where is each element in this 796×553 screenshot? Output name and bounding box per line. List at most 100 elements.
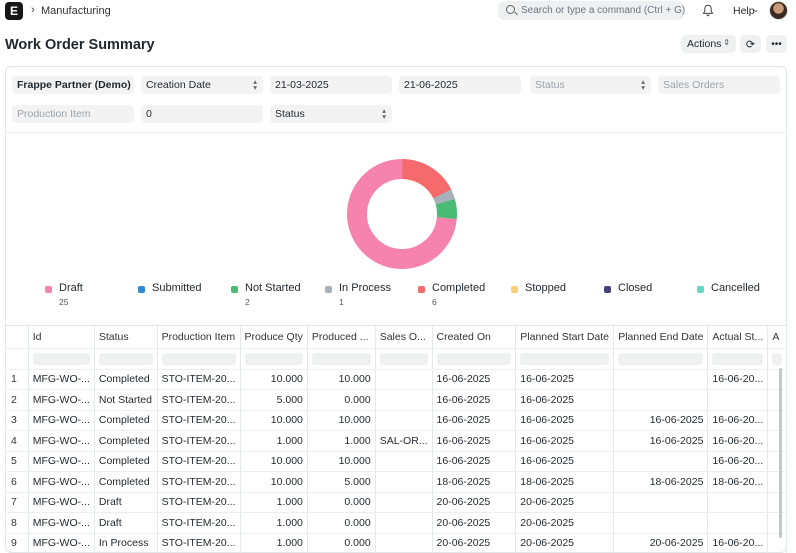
column-filter-input[interactable] <box>240 348 308 370</box>
table-cell[interactable]: 16-06-2025 <box>515 430 615 452</box>
table-row[interactable]: 7 MFG-WO-... Draft STO-ITEM-20... 1.000 0.000… <box>5 492 787 513</box>
column-header[interactable]: Produced ... <box>307 326 376 349</box>
table-cell[interactable]: STO-ITEM-20... <box>157 430 241 452</box>
status-filter[interactable]: Status ▴ ▾ <box>530 76 651 94</box>
table-cell[interactable]: MFG-WO-... <box>28 430 95 452</box>
table-cell[interactable]: STO-ITEM-20... <box>157 369 241 390</box>
table-cell[interactable]: 0.000 <box>307 389 376 411</box>
table-cell[interactable]: 1.000 <box>240 533 308 553</box>
table-cell[interactable] <box>375 451 433 472</box>
table-cell[interactable] <box>375 471 433 493</box>
table-row[interactable]: 1 MFG-WO-... Completed STO-ITEM-20... 10.000… <box>5 369 787 390</box>
table-cell[interactable]: 16-06-20... <box>707 410 769 431</box>
table-cell[interactable]: 18-06-2025 <box>515 471 615 493</box>
bell-icon[interactable] <box>702 4 714 17</box>
table-cell[interactable]: MFG-WO-... <box>28 512 95 534</box>
table-cell[interactable]: 10.000 <box>240 410 308 431</box>
table-cell[interactable]: STO-ITEM-20... <box>157 451 241 472</box>
table-cell[interactable]: Draft <box>94 492 158 513</box>
more-options-button[interactable]: ••• <box>766 35 787 53</box>
table-cell[interactable] <box>707 492 769 513</box>
table-cell[interactable]: STO-ITEM-20... <box>157 471 241 493</box>
table-cell[interactable]: Completed <box>94 369 158 390</box>
table-cell[interactable]: MFG-WO-... <box>28 410 95 431</box>
search-input[interactable]: Search or type a command (Ctrl + G) <box>498 1 685 20</box>
table-row[interactable]: 8 MFG-WO-... Draft STO-ITEM-20... 1.000 0.000… <box>5 512 787 534</box>
column-header[interactable]: Produce Qty <box>240 326 308 349</box>
table-cell[interactable]: MFG-WO-... <box>28 389 95 411</box>
table-cell[interactable]: 16-06-20... <box>707 533 769 553</box>
table-cell[interactable]: MFG-WO-... <box>28 471 95 493</box>
table-row[interactable]: 9 MFG-WO-... In Process STO-ITEM-20... 1.000… <box>5 533 787 553</box>
refresh-button[interactable]: ⟳ <box>740 35 761 53</box>
column-header[interactable]: Actual St... <box>707 326 769 349</box>
table-cell[interactable]: 16-06-2025 <box>432 389 517 411</box>
table-cell[interactable]: STO-ITEM-20... <box>157 512 241 534</box>
table-row[interactable]: 6 MFG-WO-... Completed STO-ITEM-20... 10.000… <box>5 471 787 493</box>
table-cell[interactable]: 0.000 <box>307 512 376 534</box>
column-header[interactable]: Sales O... <box>375 326 433 349</box>
table-cell[interactable]: 20-06-2025 <box>432 533 517 553</box>
table-cell[interactable] <box>375 389 433 411</box>
column-filter-input[interactable] <box>432 348 517 370</box>
column-filter-input[interactable] <box>767 348 787 370</box>
table-cell[interactable]: 10.000 <box>240 451 308 472</box>
production-item-filter[interactable]: Production Item <box>12 105 134 123</box>
sales-orders-filter[interactable]: Sales Orders <box>658 76 780 94</box>
table-cell[interactable] <box>375 369 433 390</box>
column-header[interactable]: Status <box>94 326 158 349</box>
table-cell[interactable]: 0.000 <box>307 492 376 513</box>
table-cell[interactable]: 1.000 <box>307 430 376 452</box>
based-on-filter[interactable]: Creation Date ▴ ▾ <box>141 76 263 94</box>
table-cell[interactable]: MFG-WO-... <box>28 492 95 513</box>
column-header[interactable]: A <box>767 326 787 349</box>
table-cell[interactable] <box>613 389 709 411</box>
actions-button[interactable]: Actions ⇕ <box>681 35 736 53</box>
table-cell[interactable]: 20-06-2025 <box>432 492 517 513</box>
column-filter-input[interactable] <box>707 348 769 370</box>
app-logo[interactable]: E <box>5 2 23 20</box>
table-cell[interactable] <box>613 492 709 513</box>
table-cell[interactable]: 1.000 <box>240 492 308 513</box>
table-cell[interactable] <box>707 389 769 411</box>
table-cell[interactable]: 5.000 <box>240 389 308 411</box>
table-cell[interactable]: 18-06-20... <box>707 471 769 493</box>
table-cell[interactable] <box>375 533 433 553</box>
table-cell[interactable]: 10.000 <box>307 410 376 431</box>
column-header[interactable]: Planned End Date <box>613 326 709 349</box>
table-cell[interactable]: MFG-WO-... <box>28 451 95 472</box>
table-cell[interactable]: 10.000 <box>307 369 376 390</box>
table-cell[interactable]: 16-06-2025 <box>515 451 615 472</box>
table-cell[interactable]: SAL-OR... <box>375 430 433 452</box>
table-cell[interactable] <box>613 512 709 534</box>
table-cell[interactable]: STO-ITEM-20... <box>157 410 241 431</box>
column-filter-input[interactable] <box>307 348 376 370</box>
table-cell[interactable]: 16-06-2025 <box>515 389 615 411</box>
table-row[interactable]: 3 MFG-WO-... Completed STO-ITEM-20... 10.000… <box>5 410 787 431</box>
table-cell[interactable] <box>613 369 709 390</box>
table-cell[interactable]: 16-06-2025 <box>613 410 709 431</box>
avatar[interactable] <box>769 1 788 20</box>
table-cell[interactable]: 18-06-2025 <box>432 471 517 493</box>
table-cell[interactable]: 16-06-2025 <box>515 369 615 390</box>
to-date-filter[interactable]: 21-06-2025 <box>399 76 521 94</box>
table-row[interactable]: 4 MFG-WO-... Completed STO-ITEM-20... 1.000 1… <box>5 430 787 452</box>
table-cell[interactable]: STO-ITEM-20... <box>157 389 241 411</box>
table-cell[interactable]: Not Started <box>94 389 158 411</box>
table-cell[interactable]: 16-06-2025 <box>432 410 517 431</box>
table-cell[interactable]: 1.000 <box>240 512 308 534</box>
table-cell[interactable]: 16-06-20... <box>707 369 769 390</box>
vertical-scrollbar[interactable] <box>779 368 782 538</box>
table-cell[interactable]: 10.000 <box>240 471 308 493</box>
table-row[interactable]: 2 MFG-WO-... Not Started STO-ITEM-20... 5.00… <box>5 389 787 411</box>
table-cell[interactable]: 18-06-2025 <box>613 471 709 493</box>
table-cell[interactable]: 16-06-20... <box>707 451 769 472</box>
table-cell[interactable]: Completed <box>94 451 158 472</box>
table-cell[interactable]: 20-06-2025 <box>515 492 615 513</box>
column-filter-input[interactable] <box>28 348 95 370</box>
age-filter[interactable]: 0 <box>141 105 263 123</box>
table-cell[interactable]: 5.000 <box>307 471 376 493</box>
table-cell[interactable]: Completed <box>94 410 158 431</box>
table-cell[interactable]: MFG-WO-... <box>28 369 95 390</box>
table-cell[interactable]: 20-06-2025 <box>613 533 709 553</box>
